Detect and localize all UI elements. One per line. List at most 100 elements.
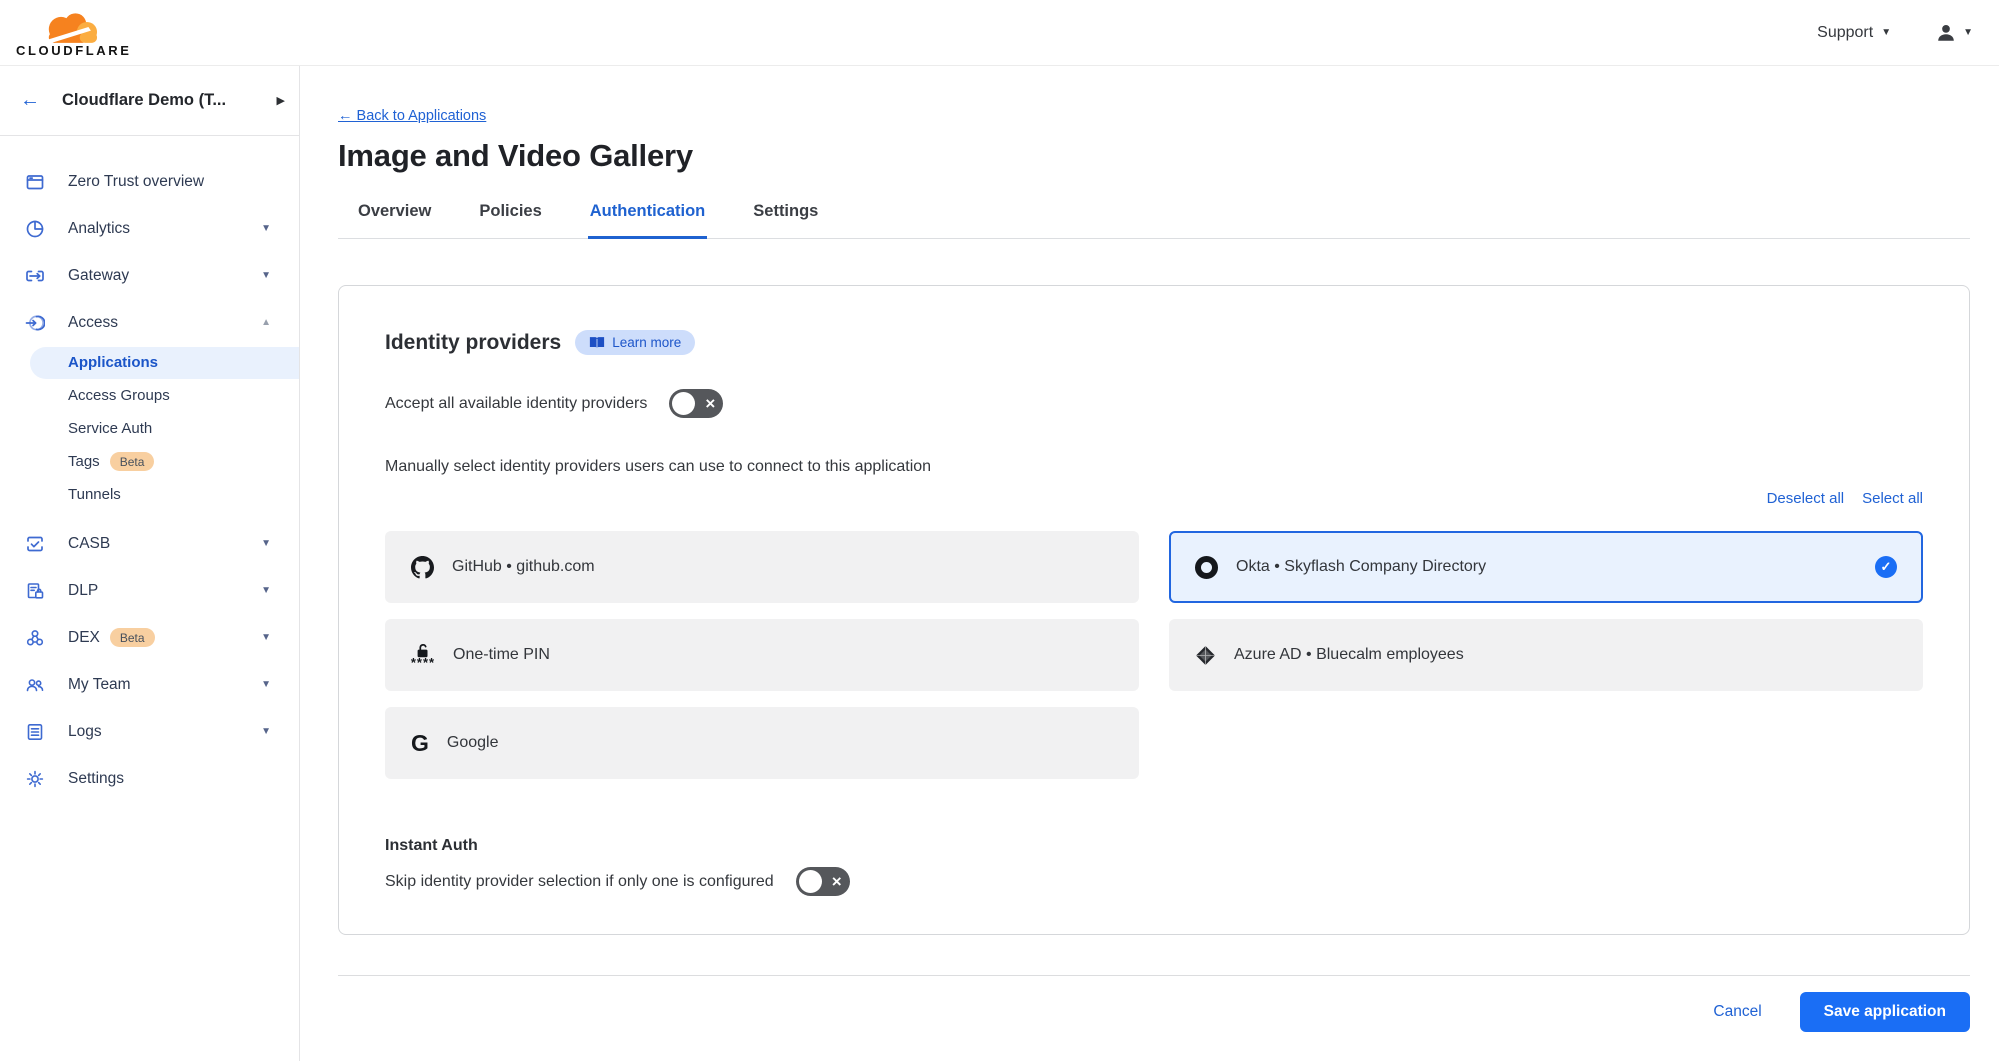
gateway-icon	[25, 266, 45, 286]
learn-more-badge[interactable]: Learn more	[575, 330, 695, 355]
chevron-down-icon[interactable]: ▼	[261, 632, 271, 643]
chevron-up-icon[interactable]: ▲	[261, 317, 271, 328]
cloudflare-logo: CLOUDFLARE	[16, 9, 132, 58]
dlp-icon	[25, 581, 45, 601]
instant-auth-heading: Instant Auth	[385, 837, 1923, 855]
footer-divider	[338, 975, 1970, 976]
overview-icon	[25, 172, 45, 192]
chevron-down-icon[interactable]: ▼	[261, 270, 271, 281]
analytics-icon	[25, 219, 45, 239]
sidebar-item-gateway[interactable]: Gateway ▼	[0, 252, 299, 299]
one-time-pin-icon: ****	[411, 643, 435, 667]
provider-label: One-time PIN	[453, 646, 550, 664]
back-arrow-icon[interactable]: ←	[20, 89, 40, 112]
support-label: Support	[1817, 24, 1873, 42]
topbar-right: Support ▼ ▼	[1817, 22, 1973, 44]
cancel-button[interactable]: Cancel	[1713, 1003, 1761, 1021]
my-team-icon	[25, 675, 45, 695]
chevron-down-icon: ▼	[1881, 28, 1891, 38]
tab-policies[interactable]: Policies	[477, 202, 543, 239]
gear-icon	[25, 769, 45, 789]
chevron-right-icon[interactable]: ▶	[277, 94, 285, 107]
sidebar-item-label: Settings	[68, 770, 124, 788]
cloudflare-logo-text: CLOUDFLARE	[16, 43, 132, 58]
sidebar-item-analytics[interactable]: Analytics ▼	[0, 205, 299, 252]
chevron-down-icon[interactable]: ▼	[261, 726, 271, 737]
identity-providers-card: Identity providers Learn more Accept all…	[338, 285, 1970, 935]
github-icon	[411, 556, 434, 579]
sidebar-item-my-team[interactable]: My Team ▼	[0, 661, 299, 708]
sidebar-item-applications[interactable]: Applications	[0, 346, 299, 379]
back-to-applications-link[interactable]: ← Back to Applications	[338, 108, 486, 124]
dex-icon	[25, 628, 45, 648]
provider-grid: GitHub • github.com Okta • Skyflash Comp…	[385, 531, 1923, 779]
deselect-all-link[interactable]: Deselect all	[1767, 490, 1845, 507]
provider-tile-one-time-pin[interactable]: **** One-time PIN	[385, 619, 1139, 691]
sidebar-item-service-auth[interactable]: Service Auth	[0, 412, 299, 445]
chevron-down-icon[interactable]: ▼	[261, 585, 271, 596]
footer-actions: Cancel Save application	[338, 992, 1970, 1032]
provider-label: Okta • Skyflash Company Directory	[1236, 558, 1486, 576]
sidebar-item-label: Analytics	[68, 220, 130, 238]
casb-icon	[25, 534, 45, 554]
topbar: CLOUDFLARE Support ▼ ▼	[0, 0, 1999, 66]
tab-bar: Overview Policies Authentication Setting…	[338, 202, 1970, 239]
beta-badge: Beta	[110, 452, 155, 471]
provider-tile-google[interactable]: G Google	[385, 707, 1139, 779]
page-title: Image and Video Gallery	[338, 138, 1970, 174]
card-heading: Identity providers	[385, 331, 561, 355]
sidebar-item-zero-trust-overview[interactable]: Zero Trust overview	[0, 158, 299, 205]
provider-tile-github[interactable]: GitHub • github.com	[385, 531, 1139, 603]
chevron-down-icon[interactable]: ▼	[261, 223, 271, 234]
sidebar-item-casb[interactable]: CASB ▼	[0, 520, 299, 567]
user-account-menu[interactable]: ▼	[1935, 22, 1973, 44]
sidebar-item-access-groups[interactable]: Access Groups	[0, 379, 299, 412]
support-menu[interactable]: Support ▼	[1817, 24, 1891, 42]
sidebar-item-tunnels[interactable]: Tunnels	[0, 478, 299, 511]
provider-label: GitHub • github.com	[452, 558, 595, 576]
chevron-down-icon[interactable]: ▼	[261, 538, 271, 549]
sidebar-nav: Zero Trust overview Analytics ▼ Gateway …	[0, 136, 299, 802]
cloudflare-cloud-icon	[36, 9, 112, 45]
google-icon: G	[411, 732, 429, 755]
chevron-down-icon[interactable]: ▼	[261, 679, 271, 690]
selection-links: Deselect all Select all	[385, 490, 1923, 507]
sidebar-item-settings[interactable]: Settings	[0, 755, 299, 802]
divider-space	[0, 511, 299, 520]
sidebar-item-label: DLP	[68, 582, 98, 600]
sidebar-item-label: DEX	[68, 629, 100, 647]
skip-toggle-label: Skip identity provider selection if only…	[385, 873, 774, 891]
access-icon	[25, 313, 45, 333]
provider-tile-okta[interactable]: Okta • Skyflash Company Directory ✓	[1169, 531, 1923, 603]
sidebar-item-label: Zero Trust overview	[68, 173, 204, 191]
accept-all-toggle[interactable]: ×	[669, 389, 723, 418]
select-all-link[interactable]: Select all	[1862, 490, 1923, 507]
sidebar: ← Cloudflare Demo (T... ▶ Zero Trust ove…	[0, 66, 300, 1061]
tab-authentication[interactable]: Authentication	[588, 202, 708, 239]
sidebar-item-label: Tunnels	[68, 486, 121, 503]
toggle-off-x-icon: ×	[832, 873, 842, 890]
user-icon	[1935, 22, 1957, 44]
save-application-button[interactable]: Save application	[1800, 992, 1970, 1032]
sidebar-account-header: ← Cloudflare Demo (T... ▶	[0, 66, 299, 136]
tab-settings[interactable]: Settings	[751, 202, 820, 239]
manual-select-text: Manually select identity providers users…	[385, 458, 1923, 476]
provider-tile-azure-ad[interactable]: Azure AD • Bluecalm employees	[1169, 619, 1923, 691]
tab-overview[interactable]: Overview	[356, 202, 433, 239]
account-name[interactable]: Cloudflare Demo (T...	[62, 91, 277, 110]
sidebar-item-dlp[interactable]: DLP ▼	[0, 567, 299, 614]
sidebar-item-dex[interactable]: DEX Beta ▼	[0, 614, 299, 661]
sidebar-item-label: Logs	[68, 723, 102, 741]
sidebar-item-logs[interactable]: Logs ▼	[0, 708, 299, 755]
logs-icon	[25, 722, 45, 742]
skip-idp-selection-toggle[interactable]: ×	[796, 867, 850, 896]
sidebar-item-label: Access	[68, 314, 118, 332]
sidebar-item-tags[interactable]: Tags Beta	[0, 445, 299, 478]
sidebar-item-label: My Team	[68, 676, 131, 694]
toggle-knob	[672, 392, 695, 415]
accept-all-toggle-row: Accept all available identity providers …	[385, 389, 1923, 418]
book-icon	[589, 336, 605, 349]
sidebar-item-access[interactable]: Access ▲	[0, 299, 299, 346]
sidebar-item-label: Gateway	[68, 267, 129, 285]
main-content: ← Back to Applications Image and Video G…	[300, 66, 1999, 1061]
